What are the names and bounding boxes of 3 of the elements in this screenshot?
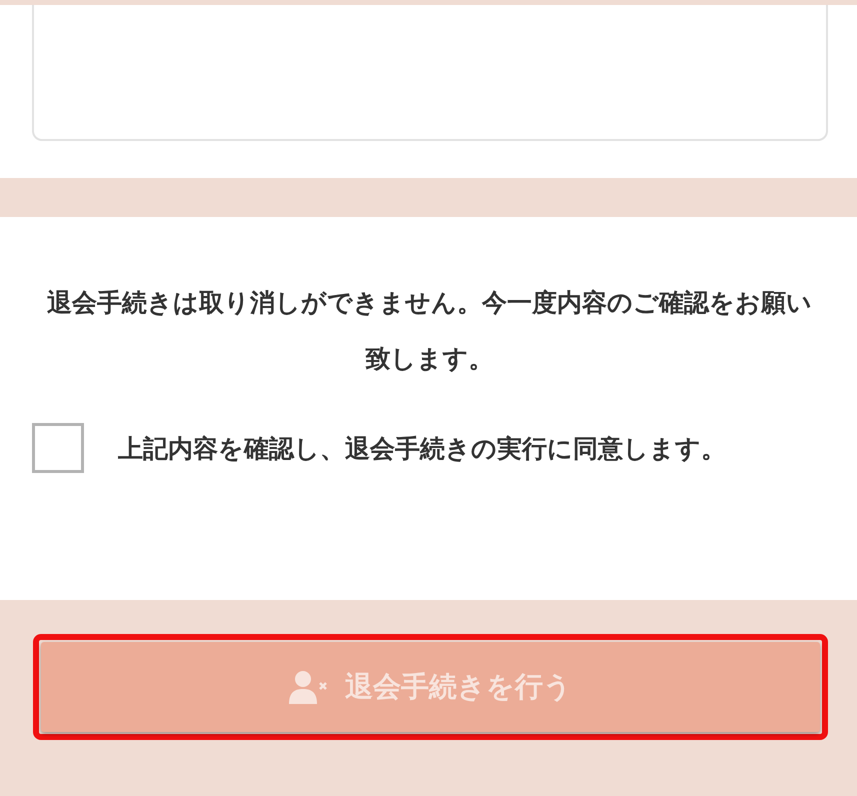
agree-label: 上記内容を確認し、退会手続きの実行に同意します。 xyxy=(118,434,726,463)
agree-checkbox[interactable] xyxy=(32,423,84,473)
warning-text: 退会手続きは取り消しができません。今一度内容のご確認をお願い致します。 xyxy=(46,287,813,375)
